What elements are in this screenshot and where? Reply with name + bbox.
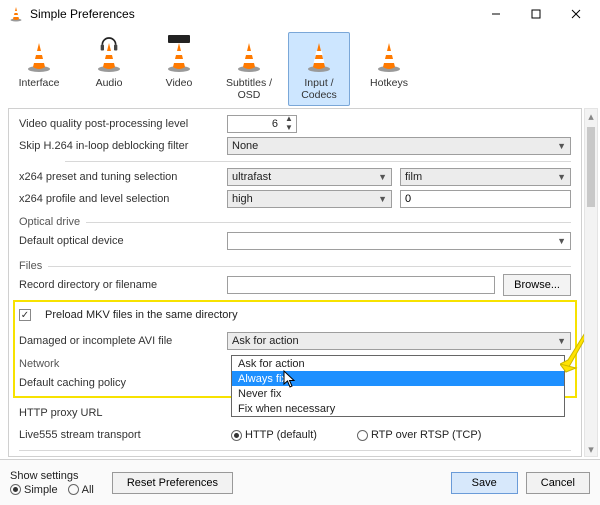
toolbar-video[interactable]: Video bbox=[148, 32, 210, 94]
show-settings-label: Show settings bbox=[10, 470, 94, 482]
window-title: Simple Preferences bbox=[30, 7, 476, 21]
toolbar-hotkeys[interactable]: Hotkeys bbox=[358, 32, 420, 94]
avi-combo[interactable]: Ask for action▼ bbox=[227, 332, 571, 350]
video-quality-stepper[interactable]: 6 ▲▼ bbox=[227, 115, 297, 133]
vertical-scrollbar[interactable]: ▴ ▾ bbox=[584, 108, 598, 457]
cancel-button[interactable]: Cancel bbox=[526, 472, 590, 494]
app-icon bbox=[8, 6, 24, 22]
live555-rtp-radio[interactable]: RTP over RTSP (TCP) bbox=[357, 429, 481, 441]
avi-option[interactable]: Fix when necessary bbox=[232, 401, 564, 416]
avi-dropdown-list[interactable]: Ask for action Always fix Never fix Fix … bbox=[231, 355, 565, 417]
deblocking-label: Skip H.264 in-loop deblocking filter bbox=[19, 140, 219, 152]
avi-option[interactable]: Always fix bbox=[232, 371, 564, 386]
toolbar-input-codecs[interactable]: Input / Codecs bbox=[288, 32, 350, 106]
maximize-button[interactable] bbox=[516, 1, 556, 27]
toolbar-label: Subtitles / OSD bbox=[219, 77, 279, 101]
titlebar: Simple Preferences bbox=[0, 0, 600, 28]
files-section-label: Files bbox=[19, 260, 42, 272]
live555-http-radio[interactable]: HTTP (default) bbox=[231, 429, 317, 441]
mouse-cursor-icon bbox=[283, 370, 297, 388]
x264-preset-label: x264 preset and tuning selection bbox=[19, 171, 219, 183]
avi-option[interactable]: Ask for action bbox=[232, 356, 564, 371]
category-toolbar: Interface Audio Video Subtitles / OSD In… bbox=[0, 28, 600, 108]
toolbar-audio[interactable]: Audio bbox=[78, 32, 140, 94]
toolbar-label: Input / Codecs bbox=[289, 77, 349, 101]
deblocking-combo[interactable]: None▼ bbox=[227, 137, 571, 155]
x264-tune-combo[interactable]: film▼ bbox=[400, 168, 571, 186]
optical-section-label: Optical drive bbox=[19, 216, 80, 228]
save-button[interactable]: Save bbox=[451, 472, 518, 494]
network-section-label: Network bbox=[19, 358, 59, 370]
toolbar-label: Hotkeys bbox=[370, 77, 408, 89]
video-quality-label: Video quality post-processing level bbox=[19, 118, 219, 130]
record-dir-input[interactable] bbox=[227, 276, 495, 294]
scroll-thumb[interactable] bbox=[587, 127, 595, 207]
optical-device-combo[interactable]: ▼ bbox=[227, 232, 571, 250]
browse-button[interactable]: Browse... bbox=[503, 274, 571, 296]
footer: Show settings Simple All Reset Preferenc… bbox=[0, 459, 600, 505]
proxy-label: HTTP proxy URL bbox=[19, 407, 219, 419]
x264-preset-combo[interactable]: ultrafast▼ bbox=[227, 168, 392, 186]
show-simple-radio[interactable]: Simple bbox=[10, 484, 58, 496]
x264-level-input[interactable] bbox=[400, 190, 571, 208]
close-button[interactable] bbox=[556, 1, 596, 27]
toolbar-label: Audio bbox=[96, 77, 123, 89]
toolbar-subtitles[interactable]: Subtitles / OSD bbox=[218, 32, 280, 106]
preload-mkv-label: Preload MKV files in the same directory bbox=[45, 309, 238, 321]
scroll-down-arrow[interactable]: ▾ bbox=[585, 442, 597, 456]
caching-label: Default caching policy bbox=[19, 377, 219, 389]
minimize-button[interactable] bbox=[476, 1, 516, 27]
x264-profile-label: x264 profile and level selection bbox=[19, 193, 219, 205]
x264-profile-combo[interactable]: high▼ bbox=[227, 190, 392, 208]
optical-device-label: Default optical device bbox=[19, 235, 219, 247]
toolbar-label: Video bbox=[166, 77, 193, 89]
live555-label: Live555 stream transport bbox=[19, 429, 219, 441]
show-all-radio[interactable]: All bbox=[68, 484, 94, 496]
avi-label: Damaged or incomplete AVI file bbox=[19, 335, 219, 347]
reset-prefs-button[interactable]: Reset Preferences bbox=[112, 472, 233, 494]
toolbar-interface[interactable]: Interface bbox=[8, 32, 70, 94]
scroll-up-arrow[interactable]: ▴ bbox=[585, 109, 597, 123]
toolbar-label: Interface bbox=[19, 77, 60, 89]
avi-option[interactable]: Never fix bbox=[232, 386, 564, 401]
record-dir-label: Record directory or filename bbox=[19, 279, 219, 291]
preload-mkv-checkbox[interactable] bbox=[19, 309, 31, 321]
